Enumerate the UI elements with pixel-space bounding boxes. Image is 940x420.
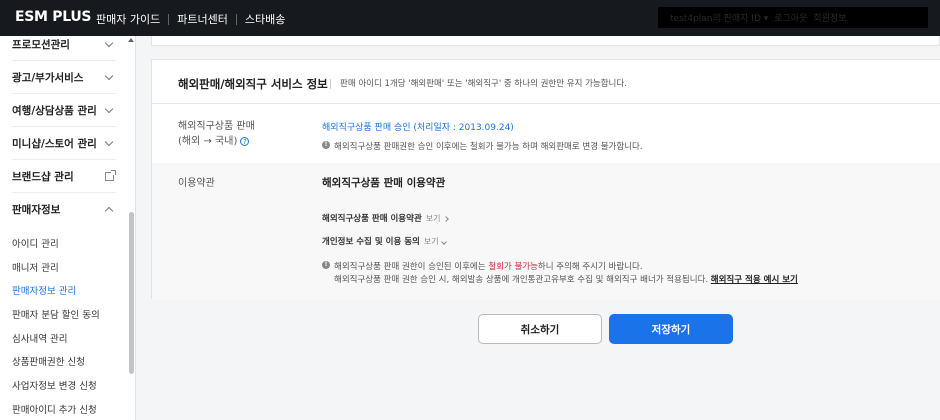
- sidebar-section-minishop[interactable]: 미니샵/스토어 관리: [12, 127, 116, 160]
- sidebar-section-label: 브랜드샵 관리: [12, 170, 74, 183]
- sidebar-section-promotion[interactable]: 프로모션관리: [12, 36, 116, 61]
- terms-title: 해외직구상품 판매 이용약관: [322, 177, 446, 189]
- sidebar-section-label: 프로모션관리: [12, 38, 70, 51]
- overseas-service-card: 해외판매/해외직구 서비스 정보 판매 아이디 1개당 '해외판매' 또는 '해…: [151, 59, 940, 300]
- sidebar-section-label: 판매자정보: [12, 204, 61, 216]
- chevron-down-icon: [104, 38, 114, 47]
- warning-text: 철회가 불가능: [488, 262, 538, 272]
- sidebar-section-ads[interactable]: 광고/부가서비스: [12, 61, 116, 94]
- nav-seller-guide[interactable]: 판매자 가이드: [96, 11, 160, 27]
- approval-status: 해외직구상품 판매 승인 (처리일자 : 2013.09.24): [322, 123, 514, 133]
- row-label-terms: 이용약관: [178, 178, 215, 189]
- terms-link-privacy[interactable]: 개인정보 수집 및 이용 동의 보기: [322, 235, 447, 247]
- row1-note: ! 해외직구상품 판매권한 승인 이후에는 철회가 불가능 하며 해외판매로 변…: [322, 140, 643, 152]
- user-menu[interactable]: test4plan의 판매자 ID ▾ 로그아웃 회원정보: [658, 7, 928, 28]
- sidebar-item-id-manage[interactable]: 아이디 관리: [12, 236, 59, 250]
- sidebar-item-sales-permission[interactable]: 상품판매권한 신청: [12, 354, 85, 368]
- card-divider: [152, 103, 940, 104]
- save-button[interactable]: 저장하기: [609, 314, 733, 344]
- info-icon: !: [322, 261, 330, 269]
- view-link[interactable]: 보기: [426, 213, 449, 224]
- cancel-button[interactable]: 취소하기: [478, 314, 602, 344]
- scroll-up-arrow-icon[interactable]: [128, 38, 134, 42]
- info-icon: !: [322, 141, 330, 149]
- nav-partner-center[interactable]: 파트너센터: [177, 11, 228, 27]
- sidebar-section-label: 여행/상담상품 관리: [12, 104, 97, 117]
- chevron-down-icon: [104, 137, 114, 146]
- sidebar-item-seller-info-manage[interactable]: 판매자정보 관리: [12, 283, 76, 297]
- chevron-right-icon: [443, 215, 449, 222]
- user-id[interactable]: test4plan의 판매자 ID ▾: [670, 11, 768, 24]
- row-label-line1: 해외직구상품 판매: [178, 121, 255, 132]
- top-nav: 판매자 가이드 파트너센터 스타배송: [96, 11, 285, 27]
- row-label-line2: (해외 → 국내)?: [178, 134, 255, 149]
- logout-link[interactable]: 로그아웃: [774, 11, 807, 24]
- help-icon[interactable]: ?: [240, 136, 250, 146]
- chevron-down-icon: [441, 238, 447, 245]
- sidebar-section-travel[interactable]: 여행/상담상품 관리: [12, 94, 116, 127]
- nav-star-delivery[interactable]: 스타배송: [245, 11, 285, 27]
- sidebar-item-review-history[interactable]: 심사내역 관리: [12, 331, 67, 345]
- terms-note-2: 해외직구상품 판매 권한 승인 시, 해외발송 상품에 개인통관고유부호 수집 …: [334, 275, 798, 285]
- external-link-icon: [105, 169, 116, 181]
- sidebar-scrollbar[interactable]: [129, 212, 134, 374]
- chevron-down-icon: [104, 71, 114, 80]
- view-link[interactable]: 보기: [424, 236, 447, 247]
- terms-link-direct-purchase[interactable]: 해외직구상품 판매 이용약관 보기: [322, 212, 449, 224]
- sidebar-section-brandshop[interactable]: 브랜드샵 관리: [12, 160, 116, 193]
- member-info-link[interactable]: 회원정보: [813, 11, 846, 24]
- terms-note-1: ! 해외직구상품 판매 권한이 승인된 이후에는 철회가 불가능하니 주의해 주…: [322, 260, 643, 272]
- section-title: 해외판매/해외직구 서비스 정보: [178, 77, 328, 91]
- esm-plus-logo[interactable]: ESM PLUS: [15, 9, 91, 25]
- sidebar-item-add-seller-id[interactable]: 판매아이디 추가 신청: [12, 402, 97, 416]
- section-description: 판매 아이디 1개당 '해외판매' 또는 '해외직구' 중 하나의 권한만 유지…: [340, 79, 627, 89]
- example-view-link[interactable]: 해외직구 적용 예시 보기: [711, 275, 798, 285]
- chevron-down-icon: [104, 104, 114, 113]
- sidebar: 프로모션관리 광고/부가서비스 여행/상담상품 관리 미니샵/스토어 관리 브랜…: [0, 36, 136, 420]
- sidebar-item-manager-manage[interactable]: 매니저 관리: [12, 260, 59, 274]
- sidebar-item-discount-agree[interactable]: 판매자 분담 할인 동의: [12, 307, 100, 321]
- nav-divider: [235, 13, 237, 25]
- chevron-up-icon: [104, 206, 114, 216]
- title-divider: [330, 79, 331, 89]
- top-bar: ESM PLUS 판매자 가이드 파트너센터 스타배송 test4plan의 판…: [0, 0, 940, 36]
- previous-card-bottom: [151, 36, 940, 46]
- nav-divider: [168, 13, 170, 25]
- sidebar-item-business-change[interactable]: 사업자정보 변경 신청: [12, 378, 97, 392]
- sidebar-section-label: 미니샵/스토어 관리: [12, 137, 97, 150]
- row-label-direct-purchase: 해외직구상품 판매 (해외 → 국내)?: [178, 119, 255, 149]
- sidebar-section-label: 광고/부가서비스: [12, 71, 84, 84]
- sidebar-section-seller-info[interactable]: 판매자정보: [12, 193, 116, 226]
